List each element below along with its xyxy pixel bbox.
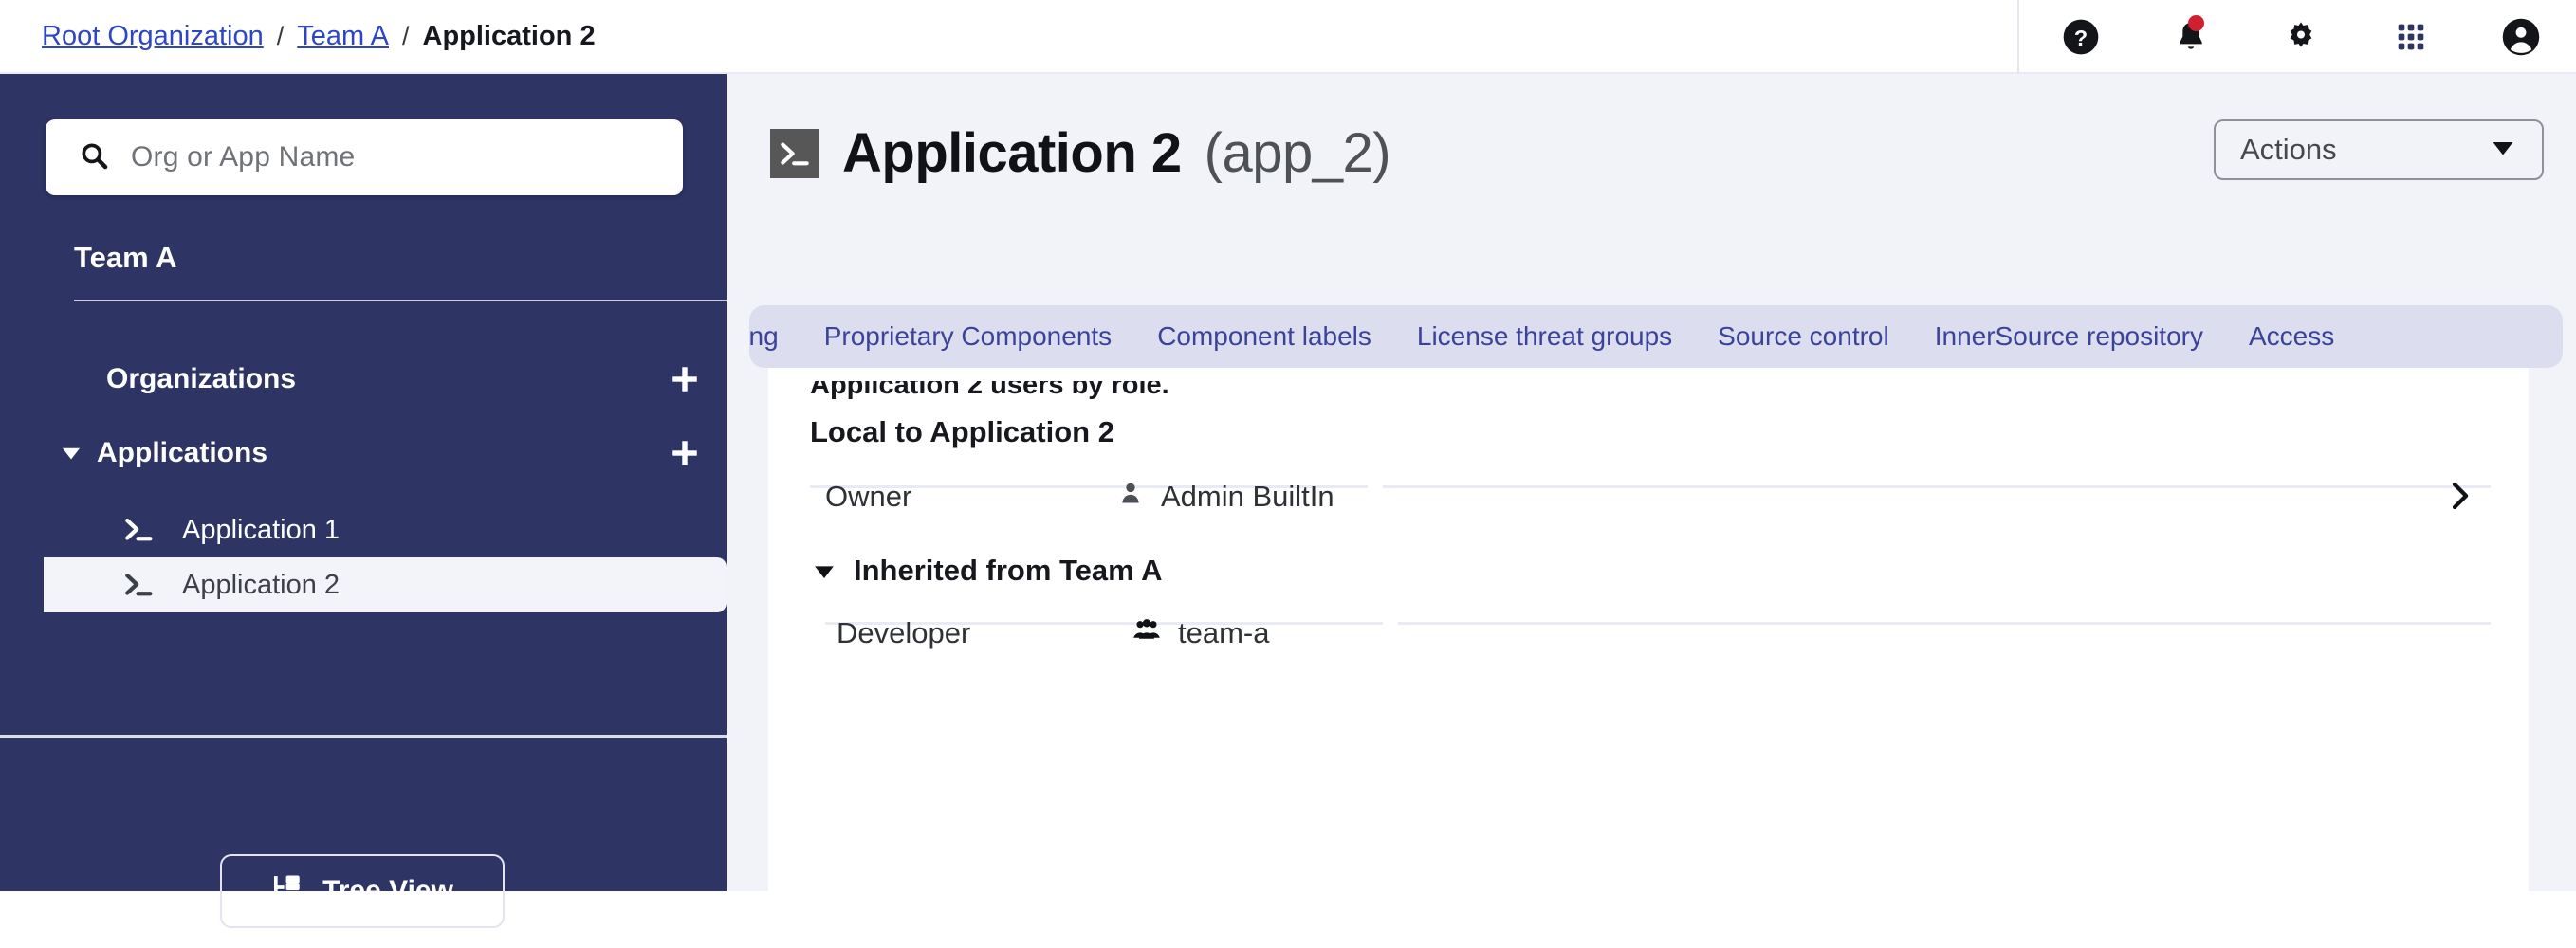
section-heading-local: Local to Application 2 [810, 415, 1114, 449]
tab-innersource-repository[interactable]: InnerSource repository [1912, 305, 2226, 368]
role-member-label: Admin BuiltIn [1161, 480, 1334, 514]
topbar-icon-group: ? [2026, 0, 2576, 74]
section-heading-inherited: Inherited from Team A [854, 554, 1163, 588]
top-bar: Root Organization / Team A / Application… [0, 0, 2576, 74]
tab-bar: ring Proprietary Components Component la… [749, 305, 2563, 368]
terminal-icon [123, 516, 167, 544]
sidebar-item-application-2-label: Application 2 [182, 570, 340, 601]
breadcrumb-current-application-2: Application 2 [423, 21, 596, 52]
page-title-identifier: (app_2) [1205, 121, 1390, 185]
add-application-button[interactable] [664, 432, 706, 474]
inherited-section-divider-right [1398, 622, 2491, 625]
group-icon [1132, 616, 1161, 650]
tree-view-button-label: Tree View [322, 875, 453, 907]
sidebar-item-application-2[interactable]: Application 2 [44, 557, 727, 612]
add-organization-button[interactable] [664, 358, 706, 400]
person-icon [1117, 480, 1144, 514]
breadcrumb-separator-1: / [277, 22, 285, 51]
user-account-icon[interactable] [2466, 0, 2576, 74]
page-title: Application 2 [842, 121, 1182, 185]
tab-access[interactable]: Access [2226, 305, 2357, 368]
users-by-role-description: Application 2 users by role. [810, 370, 1169, 401]
sidebar-group-applications-label: Applications [97, 437, 267, 469]
tab-license-threat-groups[interactable]: License threat groups [1394, 305, 1695, 368]
role-member-team-a[interactable]: team-a [1132, 616, 1269, 650]
chevron-right-icon[interactable] [2443, 480, 2475, 512]
terminal-icon [123, 571, 167, 599]
topbar-vertical-divider [2017, 0, 2019, 74]
sidebar-group-organizations[interactable]: Organizations [74, 353, 296, 406]
search-icon [78, 139, 110, 176]
sidebar-item-application-1-label: Application 1 [182, 515, 340, 546]
notifications-bell-icon[interactable] [2136, 0, 2246, 74]
terminal-icon [770, 129, 819, 178]
chevron-down-icon [2489, 134, 2517, 167]
svg-text:?: ? [2074, 26, 2088, 50]
tree-view-button[interactable]: Tree View [220, 854, 505, 928]
access-panel-card: Application 2 users by role. Local to Ap… [768, 368, 2529, 948]
breadcrumb-link-root-organization[interactable]: Root Organization [42, 21, 264, 52]
tree-view-icon [271, 871, 304, 911]
page-title-group: Application 2 (app_2) [770, 121, 1390, 185]
actions-button-label: Actions [2240, 133, 2337, 167]
breadcrumb-separator-2: / [402, 22, 410, 51]
apps-grid-icon[interactable] [2356, 0, 2466, 74]
search-box[interactable]: Org or App Name [46, 119, 683, 195]
applications-caret-down-icon [55, 441, 87, 465]
breadcrumb-link-team-a[interactable]: Team A [297, 21, 389, 52]
tab-component-labels[interactable]: Component labels [1134, 305, 1394, 368]
inherited-section-caret-down-icon[interactable] [810, 557, 838, 586]
notification-badge [2188, 15, 2204, 31]
role-member-admin-builtin[interactable]: Admin BuiltIn [1117, 480, 1334, 514]
sidebar-item-application-1[interactable]: Application 1 [44, 502, 727, 557]
sidebar-title-divider [74, 300, 727, 301]
help-icon[interactable]: ? [2026, 0, 2136, 74]
tab-monitoring[interactable]: ring [749, 305, 801, 368]
search-input-placeholder[interactable]: Org or App Name [131, 141, 355, 173]
main-content: Application 2 (app_2) Actions ring Propr… [727, 74, 2576, 891]
settings-gear-icon[interactable] [2246, 0, 2356, 74]
role-label-owner: Owner [825, 480, 911, 514]
tab-source-control[interactable]: Source control [1695, 305, 1912, 368]
sidebar-org-title: Team A [74, 241, 177, 275]
sidebar-group-organizations-label: Organizations [106, 363, 296, 395]
sidebar: Org or App Name Team A Organizations App… [0, 74, 727, 891]
sidebar-group-applications[interactable]: Applications [55, 427, 267, 480]
role-member-label: team-a [1178, 616, 1269, 650]
tab-proprietary-components[interactable]: Proprietary Components [801, 305, 1134, 368]
sidebar-bottom-divider [0, 735, 727, 738]
breadcrumb: Root Organization / Team A / Application… [42, 21, 596, 52]
role-label-developer: Developer [837, 616, 970, 650]
local-section-divider-right [1383, 485, 2491, 488]
actions-button[interactable]: Actions [2214, 119, 2544, 180]
